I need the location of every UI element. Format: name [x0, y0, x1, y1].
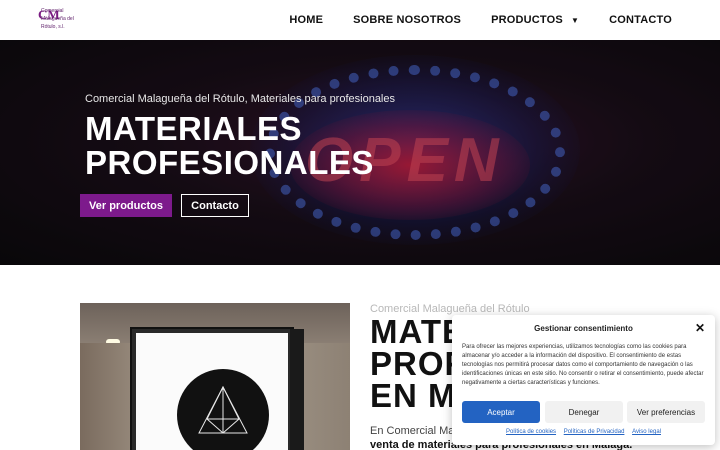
- nav-home[interactable]: HOME: [289, 14, 323, 26]
- triangle-logo-icon: [198, 385, 248, 434]
- site-logo[interactable]: CM Comercial Malagueña del Rótulo, s.l.: [38, 7, 80, 35]
- privacy-policy-link[interactable]: Políticas de Privacidad: [564, 429, 625, 435]
- legal-notice-link[interactable]: Aviso legal: [632, 429, 661, 435]
- caret-down-icon: ▼: [570, 15, 580, 25]
- nav-productos[interactable]: PRODUCTOS ▼: [491, 14, 579, 26]
- hero-title: MATERIALES PROFESIONALES: [85, 110, 374, 181]
- nav-contacto[interactable]: CONTACTO: [609, 14, 672, 26]
- logo-line-3: Rótulo, s.l.: [41, 24, 65, 30]
- consent-links: Política de cookies Políticas de Privaci…: [452, 429, 715, 435]
- cookie-policy-link[interactable]: Política de cookies: [506, 429, 556, 435]
- nav-sobre-nosotros[interactable]: SOBRE NOSOTROS: [353, 14, 461, 26]
- sign-logo-circle: [177, 369, 269, 450]
- hero-banner: OPEN Comercial Malagueña del Rótulo, Mat…: [0, 40, 720, 265]
- deny-button[interactable]: Denegar: [545, 401, 623, 423]
- logo-line-2: Malagueña del: [41, 16, 74, 22]
- accept-button[interactable]: Aceptar: [462, 401, 540, 423]
- consent-title: Gestionar consentimiento: [534, 324, 633, 333]
- cookie-consent-dialog: Gestionar consentimiento ✕ Para ofrecer …: [452, 315, 715, 445]
- contacto-button[interactable]: Contacto: [181, 194, 249, 217]
- site-header: CM Comercial Malagueña del Rótulo, s.l. …: [0, 0, 720, 40]
- close-icon[interactable]: ✕: [695, 321, 705, 335]
- ver-productos-button[interactable]: Ver productos: [80, 194, 172, 217]
- logo-line-1: Comercial: [41, 8, 64, 14]
- consent-body: Para ofrecer las mejores experiencias, u…: [462, 344, 704, 386]
- lightbox-sign-photo: [80, 303, 350, 450]
- preferences-button[interactable]: Ver preferencias: [627, 401, 705, 423]
- hero-subtitle: Comercial Malagueña del Rótulo, Material…: [85, 93, 395, 105]
- main-nav: HOME SOBRE NOSOTROS PRODUCTOS ▼ CONTACTO: [259, 0, 672, 40]
